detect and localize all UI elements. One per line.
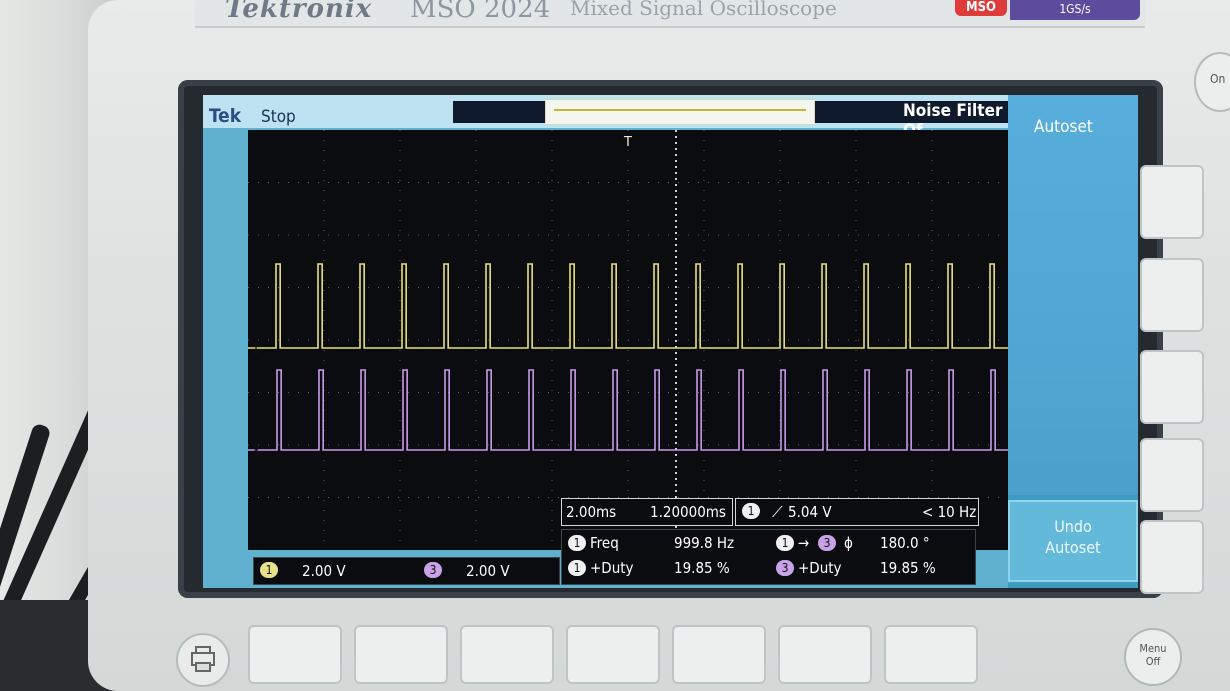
side-bezel-button-3[interactable] (1140, 350, 1204, 424)
ch1-waveform (248, 263, 1008, 349)
bottom-bezel-button-3[interactable] (460, 625, 554, 684)
meas4-name: +Duty (798, 559, 842, 577)
meas3-value: 180.0 ° (880, 534, 930, 552)
trigger-source-chip: 1 (742, 503, 760, 519)
menu-off-label: Menu Off (1139, 642, 1167, 668)
model-subtitle: Mixed Signal Oscilloscope (570, 0, 837, 20)
ch3-ground-marker-label: 3 (252, 444, 260, 458)
meas1-name: Freq (590, 534, 619, 552)
menu-off-button[interactable]: Menu Off (1124, 628, 1182, 686)
trigger-level: 5.04 V (788, 503, 832, 521)
model-name: MSO 2024 (410, 0, 551, 24)
arrow-icon: → (798, 534, 810, 552)
measurement-panel: 1 Freq 999.8 Hz 1 +Duty 19.85 % 1 → 3 ϕ … (561, 529, 976, 585)
record-view-window (545, 99, 815, 125)
trigger-marker-label: T (623, 135, 632, 150)
time-per-div: 2.00ms (566, 503, 617, 521)
printer-icon (191, 646, 215, 672)
horizontal-position: 1.20000ms (650, 503, 726, 521)
tek-logo: Tek (209, 105, 242, 127)
side-bezel-button-2[interactable] (1140, 258, 1204, 332)
power-label: On (1210, 72, 1226, 86)
waveform-plot: 1 3 T (248, 130, 1008, 550)
meas4-source-chip: 3 (776, 560, 794, 576)
meas1-value: 999.8 Hz (674, 534, 735, 552)
waveform-svg: 1 3 T (248, 130, 1008, 550)
ch1-scale: 2.00 V (302, 562, 346, 580)
meas2-name: +Duty (590, 559, 634, 577)
bottom-bezel-button-1[interactable] (248, 625, 342, 684)
sample-rate-badge: 1GS/s (1010, 0, 1140, 20)
meas3-source-a-chip: 1 (776, 535, 794, 551)
meas3-source-b-chip: 3 (818, 535, 836, 551)
meas1-source-chip: 1 (568, 535, 586, 551)
side-bezel-button-5[interactable] (1140, 520, 1204, 594)
undo-autoset-menu-item[interactable]: Undo Autoset (1008, 500, 1138, 582)
mso-badge: MSO (955, 0, 1007, 16)
undo-autoset-label: Undo Autoset (1045, 517, 1101, 557)
bottom-bezel-button-4[interactable] (566, 625, 660, 684)
rising-edge-icon: ⟋ (772, 503, 783, 521)
meas2-value: 19.85 % (674, 559, 730, 577)
record-view-line (554, 109, 806, 111)
meas2-source-chip: 1 (568, 560, 586, 576)
print-button[interactable] (176, 633, 230, 687)
ch3-scale: 2.00 V (466, 562, 510, 580)
ch3-chip: 3 (424, 562, 442, 578)
trigger-frequency: < 10 Hz (922, 503, 977, 521)
side-bezel-button-1[interactable] (1140, 165, 1204, 239)
ch1-ground-marker-label: 1 (252, 342, 260, 356)
bottom-bezel-button-6[interactable] (778, 625, 872, 684)
autoset-menu-item[interactable]: Autoset (1008, 95, 1138, 495)
ch1-chip: 1 (260, 562, 278, 578)
bottom-bezel-button-5[interactable] (672, 625, 766, 684)
trigger-readout: 1 ⟋ 5.04 V < 10 Hz (735, 498, 979, 526)
autoset-label: Autoset (1034, 117, 1093, 137)
meas4-value: 19.85 % (880, 559, 936, 577)
bottom-bezel-button-7[interactable] (884, 625, 978, 684)
channel-scale-readout: 1 2.00 V 3 2.00 V (253, 557, 560, 585)
horizontal-readout: 2.00ms 1.20000ms (561, 498, 733, 526)
brand-name: Tektronix (225, 0, 373, 24)
side-bezel-button-4[interactable] (1140, 438, 1204, 512)
run-state: Stop (261, 107, 296, 127)
meas3-name: ϕ (844, 534, 853, 552)
scope-display: Tek Stop Noise Filter Of 1 3 T 1 2.00 V 3 … (203, 95, 1138, 588)
status-bar: Tek Stop Noise Filter Of (203, 95, 1013, 141)
bottom-bezel-button-2[interactable] (354, 625, 448, 684)
side-menu: Autoset Undo Autoset (1008, 95, 1138, 588)
